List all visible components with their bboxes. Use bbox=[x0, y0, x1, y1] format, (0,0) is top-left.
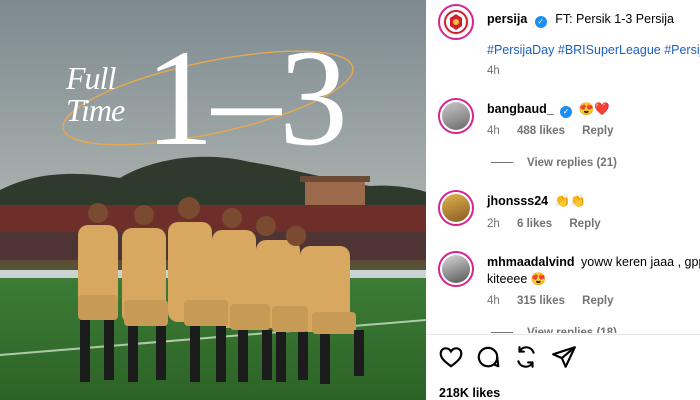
post-image[interactable]: Full Time 1–3 bbox=[0, 0, 426, 400]
caption-text: FT: Persik 1-3 Persija bbox=[555, 12, 674, 26]
post-sidebar: persija ✓ FT: Persik 1-3 Persija #Persij… bbox=[426, 0, 700, 400]
score-overlay: 1–3 bbox=[145, 21, 348, 174]
comment-icon[interactable] bbox=[475, 344, 501, 370]
share-icon[interactable] bbox=[513, 344, 539, 370]
comment-username[interactable]: bangbaud_ bbox=[487, 102, 554, 116]
actions-divider bbox=[426, 334, 700, 335]
commenter-avatar[interactable] bbox=[438, 190, 474, 226]
commenter-avatar[interactable] bbox=[438, 98, 474, 134]
view-replies-button[interactable]: View replies (21) bbox=[491, 157, 617, 169]
caption-hashtags[interactable]: #PersijaDay #BRISuperLeague #Persija bbox=[487, 43, 700, 57]
comment-time: 4h bbox=[487, 295, 500, 307]
verified-badge-icon: ✓ bbox=[560, 106, 573, 118]
comment-username[interactable]: jhonsss24 bbox=[487, 194, 548, 208]
commenter-avatar[interactable] bbox=[438, 251, 474, 287]
persija-logo-icon bbox=[444, 10, 468, 34]
reply-button[interactable]: Reply bbox=[582, 125, 613, 137]
heart-icon[interactable] bbox=[438, 344, 464, 370]
comment-time: 2h bbox=[487, 218, 500, 230]
view-replies-label: View replies (21) bbox=[527, 157, 617, 169]
view-replies-button[interactable]: View replies (18) bbox=[491, 327, 617, 339]
view-replies-label: View replies (18) bbox=[527, 327, 617, 339]
post-time: 4h bbox=[487, 65, 500, 77]
comment-likes[interactable]: 315 likes bbox=[517, 295, 565, 307]
author-avatar[interactable] bbox=[438, 4, 474, 40]
send-icon[interactable] bbox=[551, 344, 577, 370]
comment-username[interactable]: mhmaadalvind bbox=[487, 255, 575, 269]
reply-button[interactable]: Reply bbox=[569, 218, 600, 230]
comment-text: 😍❤️ bbox=[578, 102, 610, 116]
likes-count[interactable]: 218K likes bbox=[439, 386, 500, 400]
comment-likes[interactable]: 6 likes bbox=[517, 218, 552, 230]
comment-time: 4h bbox=[487, 125, 500, 137]
divider-line bbox=[491, 162, 513, 163]
post-caption: persija ✓ FT: Persik 1-3 Persija #Persij… bbox=[426, 0, 700, 90]
comment-text-line1: yoww keren jaaa , gpp bbox=[581, 255, 700, 269]
comment-text-line2: kiteeee 😍 bbox=[487, 272, 547, 286]
divider-line bbox=[491, 332, 513, 333]
comment-text: 👏👏 bbox=[554, 194, 586, 208]
reply-button[interactable]: Reply bbox=[582, 295, 613, 307]
author-username[interactable]: persija bbox=[487, 12, 527, 26]
comment-likes[interactable]: 488 likes bbox=[517, 125, 565, 137]
verified-badge-icon: ✓ bbox=[534, 16, 547, 28]
